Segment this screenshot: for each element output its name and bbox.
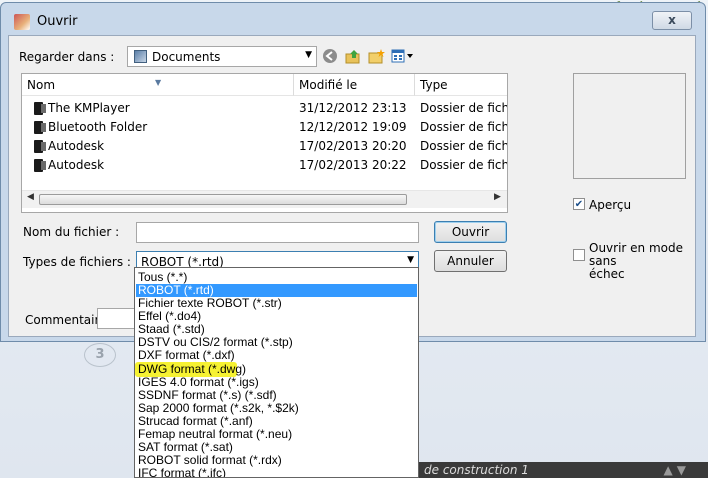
file-type: Dossier de fichier xyxy=(420,139,507,153)
column-header-modified[interactable]: Modifié le xyxy=(294,74,415,96)
file-name: Autodesk xyxy=(48,158,105,172)
open-button[interactable]: Ouvrir xyxy=(434,221,507,243)
file-row[interactable]: Autodesk 17/02/2013 20:20 Dossier de fic… xyxy=(34,137,507,156)
fail-safe-checkbox[interactable] xyxy=(573,249,585,261)
documents-folder-icon xyxy=(134,50,147,63)
file-type: Dossier de fichier xyxy=(420,120,507,134)
folder-shortcut-icon xyxy=(34,102,46,115)
file-modified: 31/12/2012 23:13 xyxy=(299,101,407,115)
folder-shortcut-icon xyxy=(34,140,46,153)
file-modified: 17/02/2013 20:22 xyxy=(299,158,407,172)
chevron-down-icon[interactable]: ▼ xyxy=(305,50,312,60)
filetype-label: Types de fichiers : xyxy=(23,255,131,269)
column-header-name[interactable]: Nom ▼ xyxy=(22,74,294,96)
filetype-option[interactable]: IFC format (*.ifc) xyxy=(136,467,417,478)
dialog-title: Ouvrir xyxy=(37,14,78,29)
folder-shortcut-icon xyxy=(34,159,46,172)
file-list[interactable]: Nom ▼ Modifié le Type The KMPlayer 31/12… xyxy=(21,73,508,213)
new-folder-icon[interactable] xyxy=(368,48,385,65)
look-in-value: Documents xyxy=(152,50,221,64)
view-menu-icon[interactable] xyxy=(391,48,415,65)
look-in-label: Regarder dans : xyxy=(19,50,115,64)
file-type: Dossier de fichier xyxy=(420,101,507,115)
file-name: Autodesk xyxy=(48,139,105,153)
scroll-right-icon[interactable]: ▶ xyxy=(494,192,501,202)
background-strip-arrows-icon: ▲▼ xyxy=(663,463,690,477)
background-status-strip: de construction 1 ▲▼ xyxy=(418,462,708,478)
file-name: The KMPlayer xyxy=(48,101,130,115)
app-icon xyxy=(14,14,30,30)
sort-caret-icon: ▼ xyxy=(155,78,162,87)
file-type: Dossier de fichier xyxy=(420,158,507,172)
folder-shortcut-icon xyxy=(34,121,46,134)
file-row[interactable]: Bluetooth Folder 12/12/2012 19:09 Dossie… xyxy=(34,118,507,137)
preview-label: Aperçu xyxy=(589,198,632,212)
scroll-left-icon[interactable]: ◀ xyxy=(27,192,34,202)
scroll-thumb[interactable] xyxy=(39,194,407,205)
close-button[interactable]: x xyxy=(652,11,692,30)
up-folder-icon[interactable] xyxy=(345,48,362,65)
file-modified: 17/02/2013 20:20 xyxy=(299,139,407,153)
chevron-down-icon[interactable]: ▼ xyxy=(407,255,414,265)
back-icon[interactable] xyxy=(321,48,338,65)
file-name: Bluetooth Folder xyxy=(48,120,148,134)
file-row[interactable]: Autodesk 17/02/2013 20:22 Dossier de fic… xyxy=(34,156,507,175)
file-modified: 12/12/2012 19:09 xyxy=(299,120,407,134)
background-step-marker: 3 xyxy=(84,343,116,367)
filename-label: Nom du fichier : xyxy=(23,225,120,239)
cancel-button[interactable]: Annuler xyxy=(434,250,507,272)
dialog-titlebar: Ouvrir x xyxy=(1,3,705,37)
filename-field[interactable] xyxy=(136,222,419,243)
column-header-type[interactable]: Type xyxy=(415,74,507,96)
horizontal-scrollbar[interactable]: ◀ ▶ xyxy=(22,190,507,208)
file-row[interactable]: The KMPlayer 31/12/2012 23:13 Dossier de… xyxy=(34,99,507,118)
background-strip-text: de construction 1 xyxy=(424,463,529,477)
fail-safe-label: Ouvrir en mode sans échec xyxy=(589,241,684,281)
filetype-option[interactable]: DXF format (*.dxf) xyxy=(136,349,417,362)
preview-checkbox[interactable]: ✔ xyxy=(573,198,585,210)
preview-pane xyxy=(573,73,686,179)
look-in-combo[interactable]: Documents ▼ xyxy=(127,46,317,67)
filetype-dropdown-list[interactable]: Tous (*.*) ROBOT (*.rtd) Fichier texte R… xyxy=(134,267,419,478)
